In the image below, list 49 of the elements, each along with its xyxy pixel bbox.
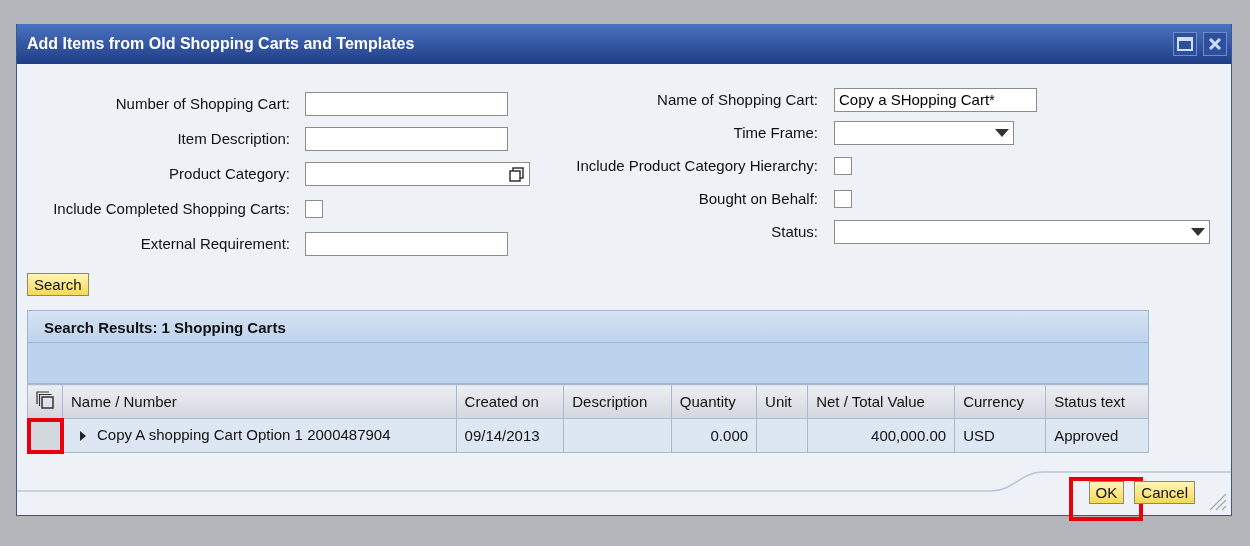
column-header[interactable]: Status text (1045, 384, 1149, 419)
field-label: Bought on Behalf: (697, 190, 818, 207)
table-cell: 09/14/2013 (456, 418, 564, 453)
table-cell: Copy A shopping Cart Option 1 2000487904 (97, 426, 391, 444)
input-field[interactable] (305, 91, 508, 116)
field-label: Product Category: (168, 165, 290, 182)
table-cell: USD (954, 418, 1046, 453)
field-label: Item Description: (176, 130, 290, 147)
value-help-icon[interactable] (509, 165, 525, 182)
column-header[interactable]: Net / Total Value (807, 384, 955, 419)
column-header[interactable]: Created on (456, 384, 564, 419)
column-header[interactable]: Description (563, 384, 672, 419)
table-cell: 0.000 (671, 418, 757, 453)
caret-icon (1191, 227, 1205, 236)
ok-button[interactable]: OK (1088, 480, 1125, 504)
window-title: Add Items from Old Shopping Carts and Templates (27, 35, 416, 53)
dropdown[interactable] (834, 219, 1210, 244)
input-field[interactable] (305, 231, 508, 256)
close-button[interactable] (1203, 32, 1227, 56)
caret-icon (995, 128, 1009, 137)
resize-grip-icon[interactable] (1207, 491, 1227, 511)
checkbox[interactable] (834, 189, 852, 208)
input-field[interactable] (305, 161, 530, 186)
maximize-button[interactable] (1173, 32, 1197, 56)
input-field[interactable] (305, 126, 508, 151)
field-label: Time Frame: (732, 124, 818, 141)
field-label: Status: (770, 223, 818, 240)
checkbox[interactable] (834, 156, 852, 175)
column-header[interactable]: Currency (954, 384, 1046, 419)
column-header[interactable]: Unit (756, 384, 808, 419)
select-all-icon[interactable] (36, 391, 54, 409)
close-icon (1208, 37, 1222, 51)
cancel-button[interactable]: Cancel (1134, 480, 1195, 504)
maximize-icon (1177, 37, 1193, 51)
table-title: Search Results: 1 Shopping Carts (27, 310, 1149, 343)
checkbox[interactable] (305, 199, 323, 218)
table-cell: Approved (1045, 418, 1149, 453)
search-button[interactable]: Search (27, 273, 89, 296)
row-selector[interactable] (27, 418, 63, 453)
field-label: Include Product Category Hierarchy: (575, 157, 818, 174)
field-label: External Requirement: (139, 235, 290, 252)
table-cell: 400,000.00 (807, 418, 955, 453)
field-label: Include Completed Shopping Carts: (52, 200, 290, 217)
field-label: Name of Shopping Cart: (656, 91, 818, 108)
dropdown[interactable] (834, 120, 1014, 145)
column-header[interactable]: Name / Number (62, 384, 457, 419)
field-label: Number of Shopping Cart: (114, 95, 290, 112)
input-field[interactable]: Copy a SHopping Cart* (834, 87, 1037, 112)
column-header[interactable]: Quantity (671, 384, 757, 419)
